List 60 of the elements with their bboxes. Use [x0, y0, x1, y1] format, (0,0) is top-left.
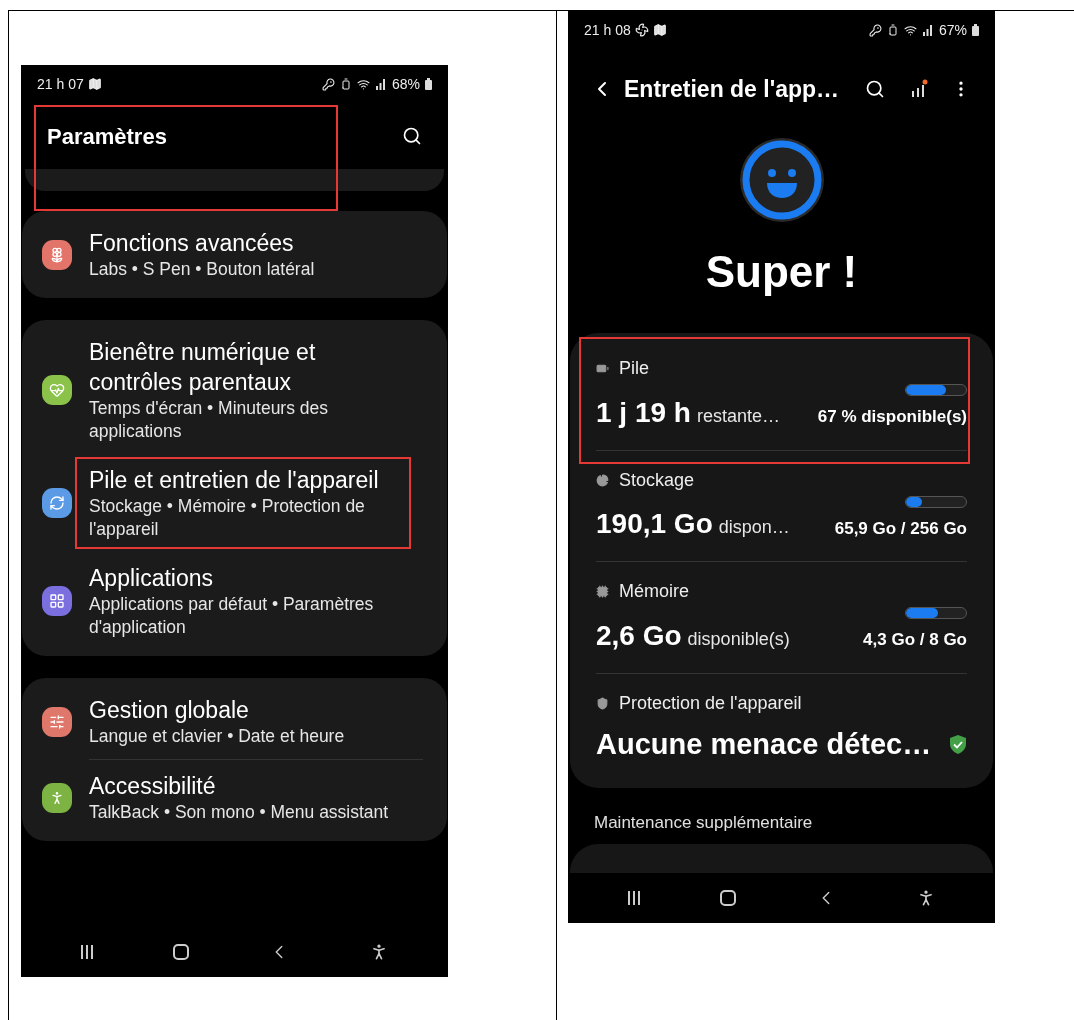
- setting-subtitle: Temps d'écran • Minuteurs des applications: [89, 397, 330, 443]
- status-headline: Super !: [705, 246, 858, 298]
- row-label: Protection de l'appareil: [619, 691, 802, 715]
- section-header: Maintenance supplémentaire: [594, 813, 813, 832]
- map-icon: [87, 77, 102, 91]
- battery-icon: [425, 78, 432, 90]
- row-label: Mémoire: [619, 580, 689, 603]
- status-time: 21 h 08: [584, 20, 631, 40]
- setting-title[interactable]: Pile et entretien de l'appareil: [89, 465, 407, 495]
- battery-percent: 68%: [391, 74, 420, 94]
- setting-subtitle: Stockage • Mémoire • Protection de l'appareil: [89, 495, 366, 541]
- shield-icon: [596, 696, 609, 710]
- row-value: 190,1 Go: [596, 507, 713, 541]
- usage-reading: 4,3 Go / 8 Go: [863, 629, 967, 651]
- pie-chart-icon: [596, 473, 609, 487]
- row-unit: disponible(s): [687, 627, 790, 651]
- setting-subtitle: TalkBack • Son mono • Menu assistant: [89, 801, 390, 824]
- row-label: Stockage: [619, 468, 695, 492]
- recent-apps-icon[interactable]: [627, 890, 642, 906]
- chip-icon: [596, 585, 609, 598]
- row-label: Pile: [619, 357, 649, 380]
- setting-title[interactable]: Accessibilité: [89, 771, 407, 801]
- setting-subtitle: Labs • S Pen • Bouton latéral: [89, 258, 316, 281]
- screen-title: Entretien de l'app…: [624, 74, 841, 104]
- row-value: 2,6 Go: [596, 618, 682, 653]
- setting-title[interactable]: Fonctions avancées: [89, 228, 407, 258]
- page-title: Paramètres: [47, 122, 167, 151]
- fan-icon: [634, 23, 649, 37]
- battery-icon: [596, 362, 609, 375]
- wifi-icon: [903, 23, 917, 37]
- home-icon[interactable]: [720, 890, 737, 906]
- key-icon: [321, 77, 335, 91]
- row-unit: dispon…: [718, 516, 790, 539]
- shield-check-icon: [949, 733, 967, 755]
- setting-title[interactable]: Applications: [89, 563, 407, 593]
- search-icon[interactable]: [865, 79, 885, 99]
- smiley-icon: [738, 137, 825, 223]
- setting-subtitle: Applications par défaut • Paramètres d'application: [89, 593, 375, 639]
- recent-apps-icon[interactable]: [80, 944, 95, 960]
- chart-bars-icon[interactable]: [909, 79, 929, 99]
- signal-icon: [921, 24, 934, 36]
- status-time: 21 h 07: [37, 74, 84, 94]
- battery-percent: 67%: [938, 20, 967, 40]
- search-icon[interactable]: [402, 126, 422, 146]
- signal-icon: [374, 78, 387, 90]
- setting-title[interactable]: Bienêtre numérique et contrôles parentaux: [89, 337, 407, 397]
- home-icon[interactable]: [173, 944, 190, 960]
- row-value: Aucune menace détec…: [596, 726, 932, 762]
- setting-subtitle: Langue et clavier • Date et heure: [89, 725, 346, 748]
- usage-reading: 67 % disponible(s): [817, 406, 967, 428]
- row-unit: restante…: [696, 404, 780, 428]
- key-icon: [868, 23, 882, 37]
- battery-saver-icon: [339, 78, 352, 90]
- usage-reading: 65,9 Go / 256 Go: [834, 517, 967, 540]
- battery-saver-icon: [886, 24, 899, 36]
- battery-icon: [972, 24, 979, 36]
- setting-title[interactable]: Gestion globale: [89, 695, 407, 725]
- row-value: 1 j 19 h: [596, 395, 691, 430]
- wifi-icon: [356, 77, 370, 91]
- map-icon: [652, 23, 667, 37]
